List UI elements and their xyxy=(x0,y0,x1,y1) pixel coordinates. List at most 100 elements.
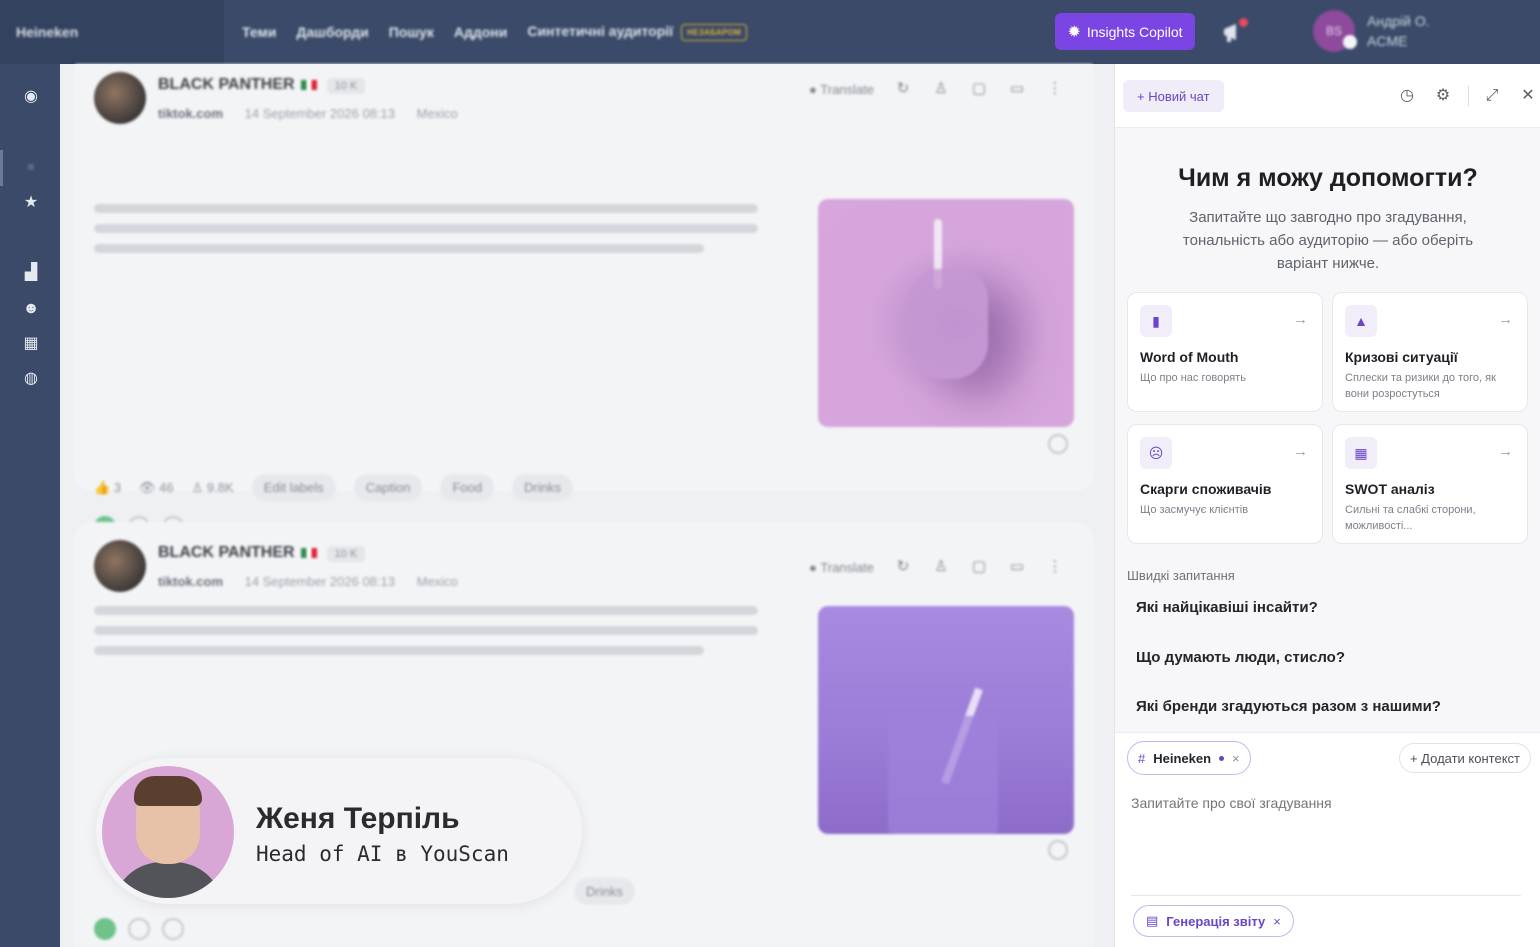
close-icon[interactable]: ✕ xyxy=(1518,86,1538,106)
drinks-chip[interactable]: Drinks xyxy=(574,878,635,905)
insights-copilot-button[interactable]: ✹ Insights Copilot xyxy=(1055,13,1195,50)
help-title: Чим я можу допомогти? xyxy=(1178,164,1478,192)
more-icon[interactable]: ⋮ xyxy=(1046,558,1064,576)
announcements-button[interactable] xyxy=(1222,18,1250,44)
check-icon[interactable] xyxy=(1048,840,1068,860)
edit-labels-chip[interactable]: Edit labels xyxy=(251,474,336,501)
context-tag[interactable]: # Heineken × xyxy=(1127,741,1251,775)
drinks-chip[interactable]: Drinks xyxy=(512,474,573,501)
text-placeholder xyxy=(94,606,758,615)
post-author[interactable]: BLACK PANTHER 10 K xyxy=(158,544,366,562)
trash-icon[interactable]: ▭ xyxy=(1008,80,1026,98)
post-source[interactable]: tiktok.com xyxy=(158,574,223,589)
positive-sentiment-icon[interactable] xyxy=(94,918,116,940)
speaker-name: Женя Терпіль xyxy=(256,802,460,835)
audience-value: 9.8K xyxy=(206,479,234,495)
translate-button[interactable]: ● Translate xyxy=(809,560,874,575)
nav-item-addons[interactable]: Аддони xyxy=(454,24,508,40)
chart-icon[interactable]: ▟ xyxy=(22,264,40,282)
nav-item-search[interactable]: Пошук xyxy=(389,24,434,40)
post-image[interactable] xyxy=(818,606,1074,834)
user-info: Андрій О. ACME xyxy=(1367,11,1430,51)
post-author[interactable]: BLACK PANTHER 10 K xyxy=(158,76,366,94)
more-icon[interactable]: ⋮ xyxy=(1046,80,1064,98)
country-flag-icon xyxy=(300,547,317,558)
nav-item-synthetic-audiences-label: Синтетичні аудиторії xyxy=(527,23,674,40)
post-date: 14 September 2026 08:13 xyxy=(244,106,395,121)
views-value: 46 xyxy=(159,479,174,495)
arrow-right-icon: → xyxy=(1293,311,1308,328)
caption-chip[interactable]: Caption xyxy=(353,474,423,501)
image-glass xyxy=(888,716,998,834)
speaker-role: Head of AI в YouScan xyxy=(256,842,509,866)
trash-icon[interactable]: ▭ xyxy=(1008,558,1026,576)
photo-hair xyxy=(134,776,202,806)
post-card[interactable]: BLACK PANTHER 10 K tiktok.com 14 Septembe… xyxy=(74,64,1094,538)
translate-label: Translate xyxy=(820,559,874,575)
image-jar xyxy=(908,269,988,379)
quick-question[interactable]: Які найцікавіші інсайти? xyxy=(1136,599,1318,616)
nav-item-synthetic-audiences[interactable]: Синтетичні аудиторії НЕЗАБАРОМ xyxy=(527,23,748,41)
expand-icon[interactable]: ⤢ xyxy=(1482,86,1502,106)
remove-report-icon[interactable]: × xyxy=(1273,914,1281,929)
hash-icon: # xyxy=(1138,750,1146,766)
suggestion-card-crisis[interactable]: ▲ → Кризові ситуації Сплески та ризики д… xyxy=(1332,292,1528,412)
card-description: Що про нас говорять xyxy=(1140,372,1246,384)
context-tag-label: Heineken xyxy=(1153,750,1212,766)
nav-item-dashboards[interactable]: Дашборди xyxy=(296,24,368,40)
users-icon[interactable]: ◍ xyxy=(22,370,40,388)
text-placeholder xyxy=(94,626,758,635)
bookmark-icon[interactable]: ▢ xyxy=(970,80,988,98)
compass-icon[interactable]: ◉ xyxy=(22,88,40,106)
panel-header: + Новий чат ◷ ⚙ ⤢ ✕ xyxy=(1115,64,1540,128)
avatar-initials: BS xyxy=(1325,24,1342,38)
reach-badge: 10 K xyxy=(326,546,366,562)
author-avatar xyxy=(94,540,146,592)
country-flag-icon xyxy=(300,79,317,90)
reach-badge: 10 K xyxy=(326,78,366,94)
suggestion-card-complaints[interactable]: ☹ → Скарги споживачів Що засмучує клієнт… xyxy=(1127,424,1323,544)
suggestion-card-swot[interactable]: ▦ → SWOT аналіз Сильні та слабкі сторони… xyxy=(1332,424,1528,544)
bookmark-icon[interactable]: ▢ xyxy=(970,558,988,576)
sparkle-icon: ✹ xyxy=(1067,23,1081,41)
post-author-name: BLACK PANTHER xyxy=(158,76,295,93)
brand-block[interactable]: Heineken xyxy=(0,0,224,64)
refresh-icon[interactable]: ↻ xyxy=(894,80,912,98)
user-menu[interactable]: BS Андрій О. ACME xyxy=(1313,10,1430,52)
chat-input[interactable] xyxy=(1131,795,1521,811)
quick-question[interactable]: Що думають люди, стисло? xyxy=(1136,649,1345,666)
food-chip[interactable]: Food xyxy=(440,474,495,501)
add-context-button[interactable]: + Додати контекст xyxy=(1398,743,1531,773)
post-stats: 👍 3 👁 46 ♙ 9.8K Edit labels Caption Food… xyxy=(94,474,573,501)
report-generation-tag[interactable]: ▤ Генерація звіту × xyxy=(1133,905,1294,937)
likes-value: 3 xyxy=(113,479,122,495)
post-image[interactable] xyxy=(818,199,1074,427)
photo-shoulders xyxy=(112,862,224,898)
translate-button[interactable]: ● Translate xyxy=(809,82,874,97)
star-icon[interactable]: ★ xyxy=(22,194,40,212)
views-count: 👁 46 xyxy=(139,479,174,495)
avatar: BS xyxy=(1313,10,1357,52)
negative-sentiment-icon[interactable] xyxy=(162,918,184,940)
feed-icon[interactable]: ≡ xyxy=(22,158,40,176)
history-icon[interactable]: ◷ xyxy=(1397,86,1417,106)
nav-item-topics[interactable]: Теми xyxy=(242,24,276,40)
dashboard-icon[interactable]: ▦ xyxy=(22,335,40,353)
post-source[interactable]: tiktok.com xyxy=(158,106,223,121)
quick-question[interactable]: Які бренди згадуються разом з нашими? xyxy=(1136,698,1441,715)
person-icon[interactable]: ♙ xyxy=(932,558,950,576)
refresh-icon[interactable]: ↻ xyxy=(894,558,912,576)
suggestion-card-word-of-mouth[interactable]: ▮ → Word of Mouth Що про нас говорять xyxy=(1127,292,1323,412)
new-chat-button[interactable]: + Новий чат xyxy=(1123,80,1224,112)
copilot-panel: + Новий чат ◷ ⚙ ⤢ ✕ Чим я можу допомогти… xyxy=(1114,64,1540,947)
remove-context-icon[interactable]: × xyxy=(1232,751,1240,766)
person-icon[interactable]: ♙ xyxy=(932,80,950,98)
card-description: Що засмучує клієнтів xyxy=(1140,504,1249,516)
quick-questions-header: Швидкі запитання xyxy=(1127,568,1235,583)
check-icon[interactable] xyxy=(1048,434,1068,454)
gear-icon[interactable]: ⚙ xyxy=(1433,86,1453,106)
audience-icon[interactable]: ☻ xyxy=(22,300,40,318)
composer-divider xyxy=(1131,895,1521,896)
neutral-sentiment-icon[interactable] xyxy=(128,918,150,940)
card-title: Кризові ситуації xyxy=(1345,349,1458,365)
